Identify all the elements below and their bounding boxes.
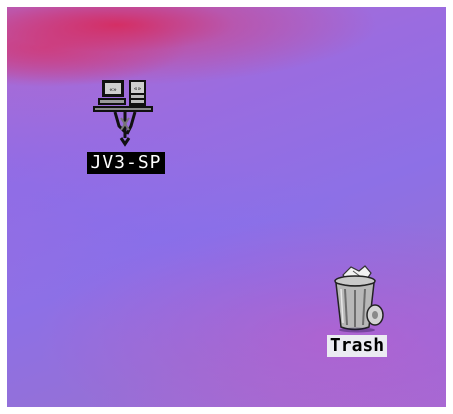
desktop-icon-label[interactable]: JV3-SP (87, 152, 165, 174)
desktop-icon-jv3-sp[interactable]: «» «» JV3-SP (71, 78, 181, 174)
svg-text:«»: «» (109, 87, 117, 94)
trash-icon (334, 265, 384, 333)
screenshot-frame: «» «» JV3-SP Trash (0, 0, 453, 414)
desktop[interactable]: «» «» JV3-SP Trash (7, 7, 446, 407)
desktop-icon-trash[interactable]: Trash (312, 265, 402, 357)
file-server-icon: «» «» (93, 80, 153, 147)
svg-text:«»: «» (134, 86, 142, 93)
desktop-icon-label[interactable]: Trash (326, 335, 388, 357)
